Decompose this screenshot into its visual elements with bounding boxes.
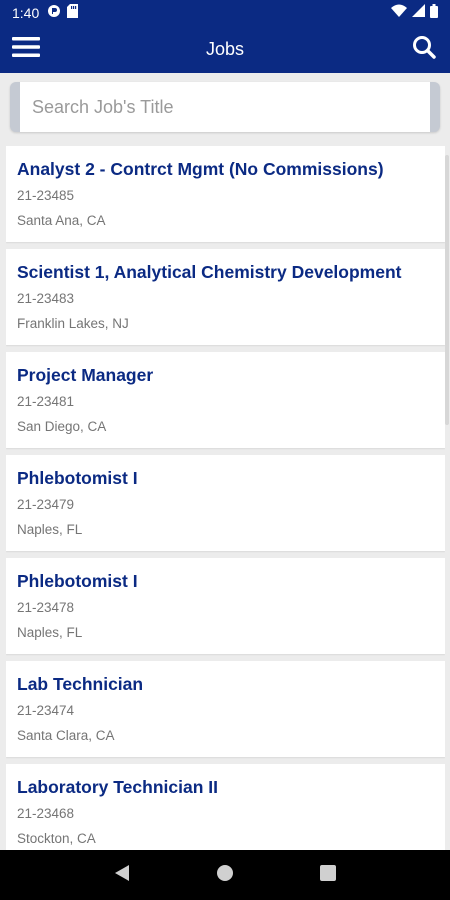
job-card[interactable]: Scientist 1, Analytical Chemistry Develo… (6, 249, 445, 345)
job-title: Phlebotomist I (17, 468, 138, 488)
job-card[interactable]: Project Manager 21-23481 San Diego, CA (6, 352, 445, 448)
status-time: 1:40 (12, 5, 40, 21)
job-id: 21-23478 (17, 600, 75, 615)
job-id: 21-23468 (17, 806, 75, 821)
job-card[interactable]: Phlebotomist I 21-23478 Naples, FL (6, 558, 445, 654)
job-location: San Diego, CA (17, 419, 107, 434)
page-title: Jobs (205, 39, 245, 59)
status-right-icons (391, 3, 438, 23)
home-button[interactable] (205, 855, 245, 895)
app-bar: Jobs (0, 26, 450, 73)
job-location: Naples, FL (17, 625, 83, 640)
search-input[interactable] (32, 96, 418, 118)
status-left-icons (47, 3, 79, 23)
job-card[interactable]: Analyst 2 - Contrct Mgmt (No Commissions… (6, 146, 445, 242)
job-location: Stockton, CA (17, 831, 96, 846)
menu-button[interactable] (0, 26, 52, 73)
home-icon (216, 864, 234, 887)
job-id: 21-23485 (17, 188, 75, 203)
search-button[interactable] (398, 26, 450, 73)
back-button[interactable] (102, 855, 142, 895)
job-location: Franklin Lakes, NJ (17, 316, 129, 331)
recents-button[interactable] (308, 855, 348, 895)
wifi-icon (391, 4, 407, 22)
signal-icon (412, 4, 425, 22)
hamburger-menu-icon (12, 36, 40, 63)
back-icon (114, 864, 130, 887)
job-location: Santa Ana, CA (17, 213, 106, 228)
system-nav-bar (0, 850, 450, 900)
search-icon (412, 35, 436, 64)
job-title: Lab Technician (17, 674, 144, 694)
data-saver-icon (47, 4, 61, 23)
job-title: Project Manager (17, 365, 154, 385)
scrollbar-thumb[interactable] (445, 155, 449, 425)
search-bar (0, 73, 450, 140)
job-id: 21-23474 (17, 703, 75, 718)
job-id: 21-23479 (17, 497, 75, 512)
job-id: 21-23481 (17, 394, 75, 409)
job-title: Phlebotomist I (17, 571, 138, 591)
job-card[interactable]: Lab Technician 21-23474 Santa Clara, CA (6, 661, 445, 757)
status-bar: 1:40 (0, 0, 450, 26)
job-location: Naples, FL (17, 522, 83, 537)
job-title: Scientist 1, Analytical Chemistry Develo… (17, 262, 402, 282)
search-box (10, 82, 440, 132)
recents-icon (320, 864, 337, 886)
job-location: Santa Clara, CA (17, 728, 115, 743)
job-id: 21-23483 (17, 291, 75, 306)
battery-icon (430, 3, 438, 23)
job-title: Analyst 2 - Contrct Mgmt (No Commissions… (17, 159, 384, 179)
job-title: Laboratory Technician II (17, 777, 218, 797)
sd-card-icon (67, 3, 79, 23)
job-list: Analyst 2 - Contrct Mgmt (No Commissions… (6, 146, 445, 850)
job-card[interactable]: Laboratory Technician II 21-23468 Stockt… (6, 764, 445, 850)
job-card[interactable]: Phlebotomist I 21-23479 Naples, FL (6, 455, 445, 551)
